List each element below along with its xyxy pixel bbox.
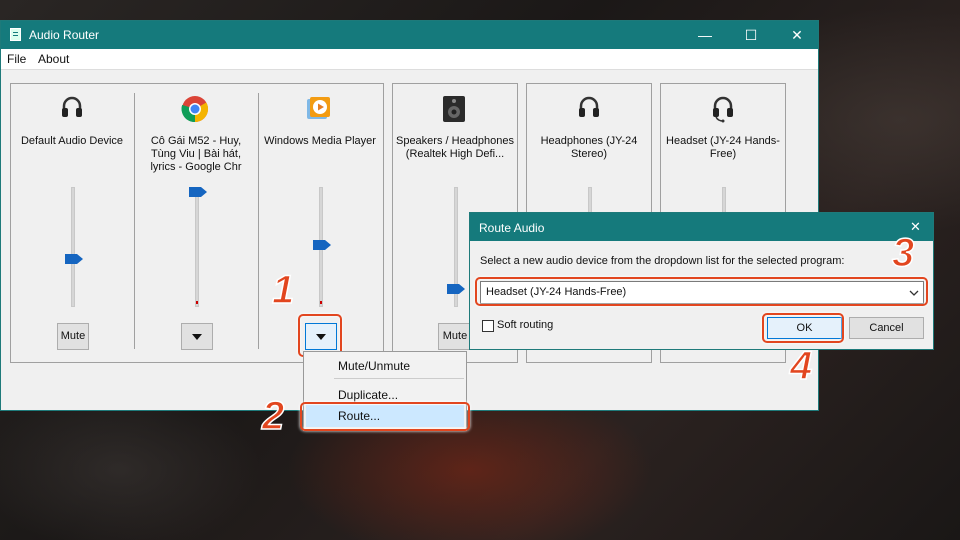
headphones-icon xyxy=(579,96,599,117)
step-number-2: 2 xyxy=(261,393,285,439)
program-label: Windows Media Player xyxy=(264,135,376,147)
step-4-highlight xyxy=(762,313,844,343)
program-channel-chrome: Cô Gái M52 - Huy, Tùng Viu | Bài hát, ly… xyxy=(135,95,257,355)
device-label: Default Audio Device xyxy=(20,135,124,147)
device-label: Headset (JY-24 Hands-Free) xyxy=(666,135,780,160)
menu-about[interactable]: About xyxy=(38,52,69,66)
peak-indicator xyxy=(320,301,322,304)
maximize-button[interactable]: ☐ xyxy=(728,21,774,49)
program-label: Cô Gái M52 - Huy, Tùng Viu | Bài hát, ly… xyxy=(150,135,242,173)
volume-track[interactable] xyxy=(195,187,199,307)
dropdown-arrow-icon xyxy=(192,334,202,340)
close-button[interactable]: ✕ xyxy=(774,21,820,49)
volume-slider-thumb[interactable] xyxy=(189,187,207,197)
chrome-icon xyxy=(181,96,209,123)
soft-routing-label: Soft routing xyxy=(497,319,554,331)
peak-indicator xyxy=(196,301,198,304)
step-number-1: 1 xyxy=(271,267,295,313)
headphones-icon xyxy=(62,96,82,117)
volume-slider-thumb[interactable] xyxy=(65,254,83,264)
device-label: Headphones (JY-24 Stereo) xyxy=(540,135,638,160)
minimize-button[interactable]: — xyxy=(682,21,728,49)
menu-item-mute-unmute[interactable]: Mute/Unmute xyxy=(338,359,410,373)
volume-slider-thumb[interactable] xyxy=(447,284,465,294)
headset-icon xyxy=(713,96,733,123)
volume-slider-thumb[interactable] xyxy=(313,240,331,250)
step-2-highlight xyxy=(300,402,470,431)
dialog-instruction: Select a new audio device from the dropd… xyxy=(480,255,845,267)
program-channel-default: Default Audio Device Mute xyxy=(11,95,133,355)
menu-file[interactable]: File xyxy=(7,52,26,66)
window-title: Audio Router xyxy=(29,28,100,42)
dialog-title: Route Audio xyxy=(479,221,545,235)
title-bar[interactable]: Audio Router — ☐ ✕ xyxy=(1,21,818,49)
mute-button[interactable]: Mute xyxy=(57,323,89,350)
step-number-3: 3 xyxy=(891,230,915,276)
menu-item-duplicate[interactable]: Duplicate... xyxy=(338,388,398,402)
step-number-4: 4 xyxy=(789,343,813,389)
speaker-icon xyxy=(443,96,465,122)
step-3-highlight xyxy=(475,277,928,306)
dialog-title-bar[interactable]: Route Audio ✕ xyxy=(470,213,933,241)
cancel-button[interactable]: Cancel xyxy=(849,317,924,339)
windows-media-player-icon xyxy=(307,97,330,119)
mute-button[interactable]: Mute xyxy=(438,323,472,350)
menu-bar: File About xyxy=(1,49,818,70)
app-icon xyxy=(10,28,21,41)
volume-track[interactable] xyxy=(71,187,75,307)
menu-separator xyxy=(334,378,464,379)
options-dropdown-button[interactable] xyxy=(181,323,213,350)
device-label: Speakers / Headphones (Realtek High Defi… xyxy=(395,135,515,160)
soft-routing-checkbox[interactable] xyxy=(482,320,494,332)
